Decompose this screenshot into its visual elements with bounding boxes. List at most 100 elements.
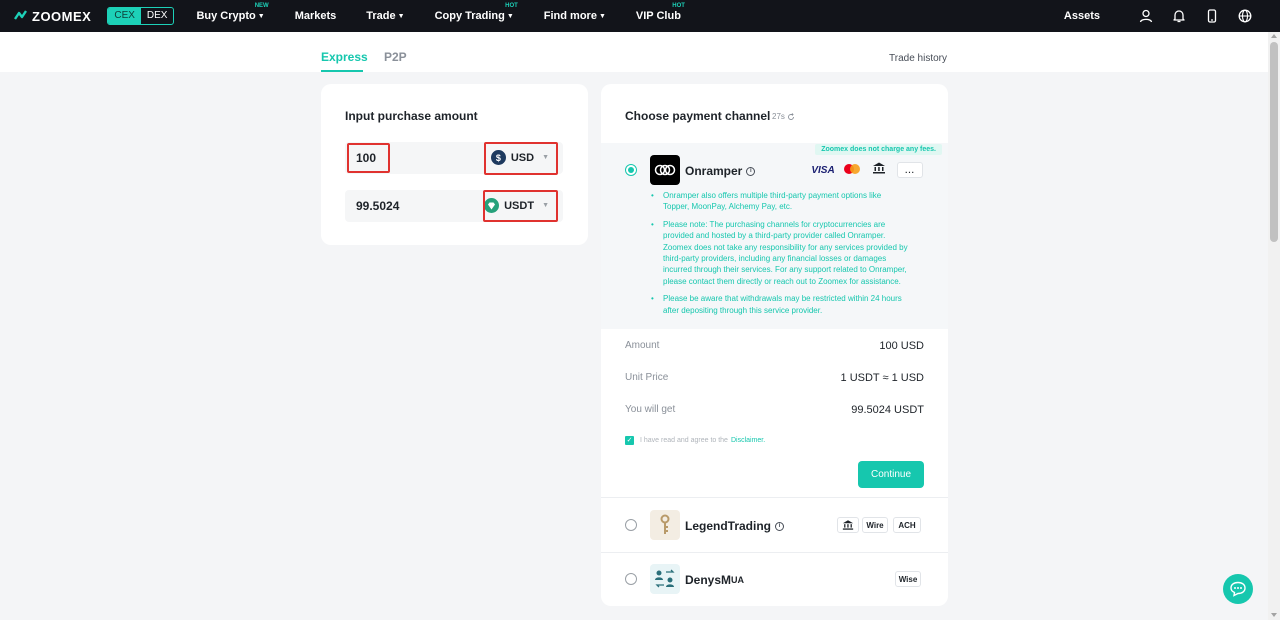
nav-buy-crypto-label: Buy Crypto bbox=[196, 10, 256, 22]
info-icon[interactable]: i bbox=[775, 521, 785, 531]
bank-icon bbox=[873, 162, 885, 174]
zoomex-logo[interactable]: ZOOMEX bbox=[14, 9, 91, 24]
cex-dex-switch[interactable]: CEX DEX bbox=[107, 7, 175, 25]
tab-p2p[interactable]: P2P bbox=[384, 50, 407, 64]
denysm-logo bbox=[650, 564, 680, 594]
scroll-up-icon[interactable] bbox=[1271, 34, 1277, 38]
caret-down-icon: ▼ bbox=[257, 12, 265, 20]
onramper-notes: Onramper also offers multiple third-part… bbox=[649, 190, 909, 322]
chat-support-button[interactable] bbox=[1223, 574, 1253, 604]
unit-price-label: Unit Price bbox=[625, 372, 669, 383]
visa-badge: VISA bbox=[811, 164, 835, 176]
logo-text: ZOOMEX bbox=[32, 8, 92, 24]
caret-down-icon: ▼ bbox=[506, 12, 514, 20]
nav-find-more[interactable]: Find more ▼ bbox=[544, 10, 606, 22]
wise-badge: Wise bbox=[895, 571, 921, 587]
agree-checkbox[interactable]: ✓ bbox=[625, 436, 634, 445]
onramper-name-label: Onramper bbox=[685, 164, 743, 178]
legendtrading-radio[interactable] bbox=[625, 519, 637, 531]
disclaimer-agreement: ✓ I have read and agree to the Disclaime… bbox=[625, 436, 765, 445]
nav-buy-crypto[interactable]: Buy Crypto ▼ NEW bbox=[196, 3, 268, 22]
exchange-people-icon bbox=[655, 569, 675, 588]
more-methods-button[interactable]: ... bbox=[897, 162, 923, 178]
purchase-amount-card: Input purchase amount 100 $ USD ▼ 99.502… bbox=[321, 84, 588, 245]
nav-copy-trading[interactable]: Copy Trading ▼ HOT bbox=[434, 3, 518, 22]
denysm-radio[interactable] bbox=[625, 573, 637, 585]
denysm-name: DenysM UA bbox=[685, 573, 744, 587]
unit-price-value: 1 USDT ≈ 1 USD bbox=[840, 372, 924, 384]
amount-label: Amount bbox=[625, 340, 660, 351]
onramper-radio[interactable] bbox=[625, 164, 637, 176]
denysm-option[interactable]: DenysM UA Wise bbox=[601, 553, 948, 606]
payment-channel-title: Choose payment channel bbox=[625, 109, 771, 123]
nav-trade[interactable]: Trade ▼ bbox=[366, 10, 404, 22]
amount-value: 100 USD bbox=[879, 340, 924, 352]
wire-badge: Wire bbox=[862, 517, 888, 533]
bell-icon[interactable] bbox=[1172, 9, 1186, 23]
user-icon[interactable] bbox=[1139, 9, 1153, 23]
zoomex-logo-icon bbox=[14, 10, 27, 20]
dex-toggle[interactable]: DEX bbox=[141, 8, 174, 24]
nav-menu: Buy Crypto ▼ NEW Markets Trade ▼ Copy Trad… bbox=[196, 0, 710, 32]
denysm-name-label: DenysM bbox=[685, 573, 732, 587]
ach-badge: ACH bbox=[893, 517, 921, 533]
chat-icon bbox=[1230, 581, 1246, 597]
assets-link[interactable]: Assets bbox=[1064, 10, 1100, 22]
cex-toggle[interactable]: CEX bbox=[108, 8, 141, 24]
legendtrading-logo bbox=[650, 510, 680, 540]
bank-badge bbox=[837, 517, 859, 533]
page-scrollbar[interactable] bbox=[1268, 32, 1280, 620]
caret-down-icon: ▼ bbox=[397, 12, 405, 20]
legendtrading-option[interactable]: LegendTrading i Wire ACH bbox=[601, 498, 948, 552]
you-will-get-label: You will get bbox=[625, 404, 676, 415]
new-tag: NEW bbox=[254, 3, 269, 9]
tab-strip: Express P2P Trade history bbox=[0, 32, 1268, 72]
onramper-option[interactable]: Zoomex does not charge any fees. Onrampe… bbox=[601, 143, 948, 329]
nav-trade-label: Trade bbox=[366, 10, 396, 22]
mastercard-icon bbox=[844, 164, 860, 174]
highlight-box bbox=[347, 143, 390, 173]
key-icon bbox=[660, 514, 670, 534]
purchase-amount-title: Input purchase amount bbox=[345, 109, 478, 123]
hot-tag: HOT bbox=[505, 3, 518, 9]
refresh-timer[interactable]: 27s bbox=[772, 112, 795, 121]
globe-icon[interactable] bbox=[1238, 9, 1252, 23]
legendtrading-name: LegendTrading i bbox=[685, 519, 785, 533]
top-nav: ZOOMEX CEX DEX Buy Crypto ▼ NEW Markets T… bbox=[0, 0, 1280, 32]
caret-down-icon: ▼ bbox=[598, 12, 606, 20]
nav-vip-club-label: VIP Club bbox=[635, 10, 681, 22]
denysm-name-suffix: UA bbox=[731, 575, 745, 585]
no-fee-banner: Zoomex does not charge any fees. bbox=[815, 144, 942, 155]
onramper-note: Onramper also offers multiple third-part… bbox=[649, 190, 909, 213]
onramper-logo-icon bbox=[654, 164, 676, 176]
legendtrading-name-label: LegendTrading bbox=[685, 519, 772, 533]
nav-right: Assets bbox=[1064, 0, 1252, 32]
phone-icon[interactable] bbox=[1205, 9, 1219, 23]
scroll-thumb[interactable] bbox=[1270, 42, 1278, 242]
trade-history-link[interactable]: Trade history bbox=[889, 53, 947, 64]
nav-vip-club[interactable]: VIP Club HOT bbox=[635, 3, 685, 22]
scroll-down-icon[interactable] bbox=[1271, 613, 1277, 617]
bank-icon bbox=[842, 520, 854, 530]
onramper-note: Please note: The purchasing channels for… bbox=[649, 219, 909, 287]
tab-express[interactable]: Express bbox=[321, 50, 368, 64]
nav-find-more-label: Find more bbox=[543, 10, 597, 22]
payment-channel-card: Choose payment channel 27s Zoomex does n… bbox=[601, 84, 948, 606]
onramper-note: Please be aware that withdrawals may be … bbox=[649, 293, 909, 316]
you-will-get-value: 99.5024 USDT bbox=[851, 404, 924, 416]
continue-button[interactable]: Continue bbox=[858, 461, 924, 488]
agree-text: I have read and agree to the bbox=[640, 437, 728, 444]
highlight-box bbox=[483, 190, 558, 222]
nav-copy-trading-label: Copy Trading bbox=[434, 10, 505, 22]
receive-amount-value: 99.5024 bbox=[356, 199, 400, 213]
hot-tag: HOT bbox=[672, 3, 685, 9]
onramper-name: Onramper i bbox=[685, 164, 756, 178]
refresh-icon bbox=[787, 112, 794, 120]
onramper-logo bbox=[650, 155, 680, 185]
disclaimer-link[interactable]: Disclaimer. bbox=[731, 437, 765, 444]
nav-markets[interactable]: Markets bbox=[295, 10, 337, 22]
highlight-box bbox=[484, 142, 558, 175]
info-icon[interactable]: i bbox=[746, 166, 756, 176]
nav-markets-label: Markets bbox=[294, 10, 337, 22]
active-tab-underline bbox=[321, 70, 363, 72]
